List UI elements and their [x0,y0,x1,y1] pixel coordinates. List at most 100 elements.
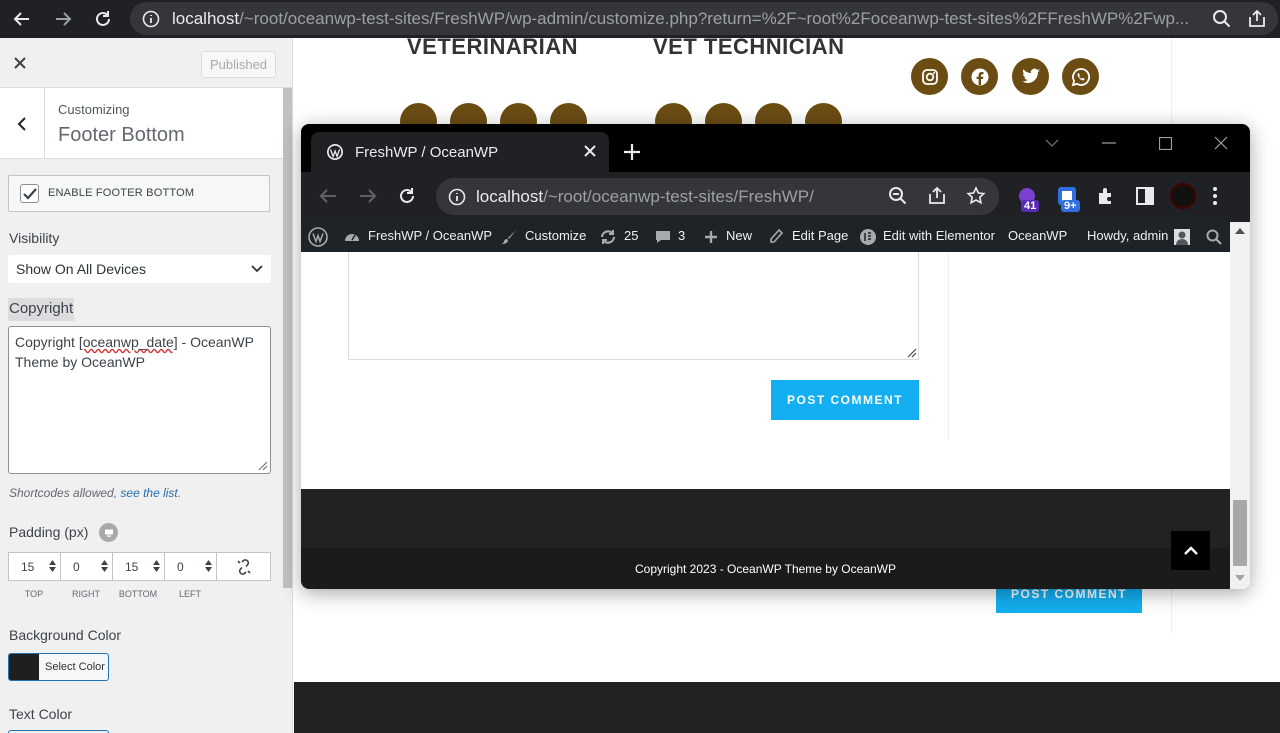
adminbar-site-name[interactable]: FreshWP / OceanWP [368,228,492,243]
customizing-label: Customizing [58,102,130,117]
adminbar-updates-count[interactable]: 25 [624,228,638,243]
zoom-icon[interactable] [888,186,908,206]
whatsapp-icon[interactable] [1062,58,1099,95]
padding-inputs: 15 0 15 0 [8,552,271,581]
background-color-picker[interactable]: Select Color [8,653,109,681]
back-arrow-icon[interactable] [317,185,339,207]
popup-browser-window: FreshWP / OceanWP localhost/~root/oceanw… [301,124,1250,589]
info-icon[interactable] [142,10,160,28]
padding-side-labels: TOP RIGHT BOTTOM LEFT [24,589,201,599]
adminbar-new[interactable]: New [726,228,752,243]
padding-left-input[interactable]: 0 [165,553,217,580]
visibility-label: Visibility [9,230,60,246]
wordpress-logo-icon[interactable] [308,227,328,247]
instagram-icon[interactable] [911,58,948,95]
plus-icon [705,231,717,243]
back-chevron-icon[interactable] [0,88,45,159]
scroll-down-arrow-icon[interactable] [1235,574,1245,582]
copyright-label: Copyright [8,298,75,321]
scroll-up-arrow-icon[interactable] [1235,227,1245,235]
more-menu-icon[interactable] [1212,185,1218,207]
resize-handle-icon[interactable] [907,348,917,358]
forward-arrow-icon[interactable] [51,7,75,31]
facebook-icon[interactable] [961,58,998,95]
padding-top-input[interactable]: 15 [9,553,61,580]
footer-copyright: Copyright 2023 - OceanWP Theme by OceanW… [634,562,896,576]
scroll-to-top-button[interactable] [1171,531,1210,570]
adminbar-comments-count[interactable]: 3 [678,228,685,243]
resize-handle-icon[interactable] [258,461,268,471]
see-the-list-link[interactable]: see the list [120,486,177,500]
footer-background [294,682,1280,733]
adminbar-oceanwp[interactable]: OceanWP [1008,228,1067,243]
customizer-sidebar: Published Customizing Footer Bottom ENAB… [0,38,293,733]
wp-admin-bar: FreshWP / OceanWP Customize 25 3 New Edi… [301,222,1230,252]
avatar[interactable] [1173,228,1191,246]
browser-tab[interactable]: FreshWP / OceanWP [311,132,609,172]
unlink-padding-button[interactable] [217,553,270,580]
zoom-icon[interactable] [1212,9,1232,29]
team-role-vet-technician: VET TECHNICIAN [653,38,845,59]
comments-icon [656,231,670,243]
spinner-icon[interactable] [153,559,160,573]
padding-bottom-input[interactable]: 15 [113,553,165,580]
profile-avatar[interactable] [1170,183,1196,209]
adminbar-customize[interactable]: Customize [525,228,586,243]
popup-scrollbar[interactable] [1230,222,1250,589]
twitter-icon[interactable] [1012,58,1049,95]
bookmark-star-icon[interactable] [966,186,986,206]
comment-textarea[interactable] [348,252,919,360]
popup-toolbar: localhost/~root/oceanwp-test-sites/Fresh… [301,172,1250,222]
footer-widgets-area [301,489,1230,549]
dashboard-icon [345,234,359,241]
share-icon[interactable] [1247,9,1267,29]
enable-footer-bottom-toggle[interactable]: ENABLE FOOTER BOTTOM [8,175,270,212]
minimize-icon[interactable] [1098,132,1120,154]
sidebar-scroll-thumb[interactable] [283,88,292,588]
browser-toolbar: localhost/~root/oceanwp-test-sites/Fresh… [0,0,1280,38]
address-url: localhost/~root/oceanwp-test-sites/Fresh… [172,9,1190,28]
padding-right-input[interactable]: 0 [61,553,113,580]
new-tab-icon[interactable] [623,143,641,161]
padding-label: Padding (px) [9,524,89,540]
adminbar-edit-elementor[interactable]: Edit with Elementor [883,228,995,243]
device-icon[interactable] [99,523,118,542]
enable-label: ENABLE FOOTER BOTTOM [48,187,195,199]
checkmark-icon [22,187,37,200]
adminbar-howdy[interactable]: Howdy, admin [1087,228,1168,243]
forward-arrow-icon[interactable] [357,185,379,207]
info-icon[interactable] [448,188,466,206]
extension-badge: 9+ [1061,200,1080,212]
chevron-up-icon [1183,545,1198,555]
adminbar-edit-page[interactable]: Edit Page [792,228,848,243]
post-comment-button[interactable]: POST COMMENT [771,380,919,420]
enable-checkbox[interactable] [20,184,39,203]
popup-address-bar[interactable]: localhost/~root/oceanwp-test-sites/Fresh… [436,178,999,215]
close-window-icon[interactable] [1210,132,1232,154]
reload-icon[interactable] [396,185,418,207]
updates-icon [600,230,616,244]
side-panel-icon[interactable] [1134,185,1156,207]
copyright-textarea[interactable]: Copyright [oceanwp_date] - OceanWP Theme… [8,326,271,474]
reload-icon[interactable] [91,7,115,31]
popup-scroll-thumb[interactable] [1233,500,1247,566]
close-icon[interactable] [0,38,40,88]
close-tab-icon[interactable] [583,144,597,158]
section-title: Footer Bottom [58,124,185,146]
sidebar-divider [948,252,949,439]
extensions-puzzle-icon[interactable] [1095,185,1117,207]
extension-badge: 41 [1021,200,1040,212]
search-icon[interactable] [1205,228,1223,246]
back-arrow-icon[interactable] [10,7,34,31]
spinner-icon[interactable] [101,559,108,573]
maximize-icon[interactable] [1154,132,1176,154]
address-bar[interactable]: localhost/~root/oceanwp-test-sites/Fresh… [130,2,1278,35]
spinner-icon[interactable] [49,559,56,573]
share-icon[interactable] [927,186,947,206]
visibility-select[interactable]: Show On All Devices [8,255,271,283]
published-button[interactable]: Published [201,51,276,78]
tab-strip: FreshWP / OceanWP [301,124,1250,172]
spinner-icon[interactable] [205,559,212,573]
tab-search-chevron-icon[interactable] [1041,132,1063,154]
popup-address-url: localhost/~root/oceanwp-test-sites/Fresh… [476,187,814,206]
